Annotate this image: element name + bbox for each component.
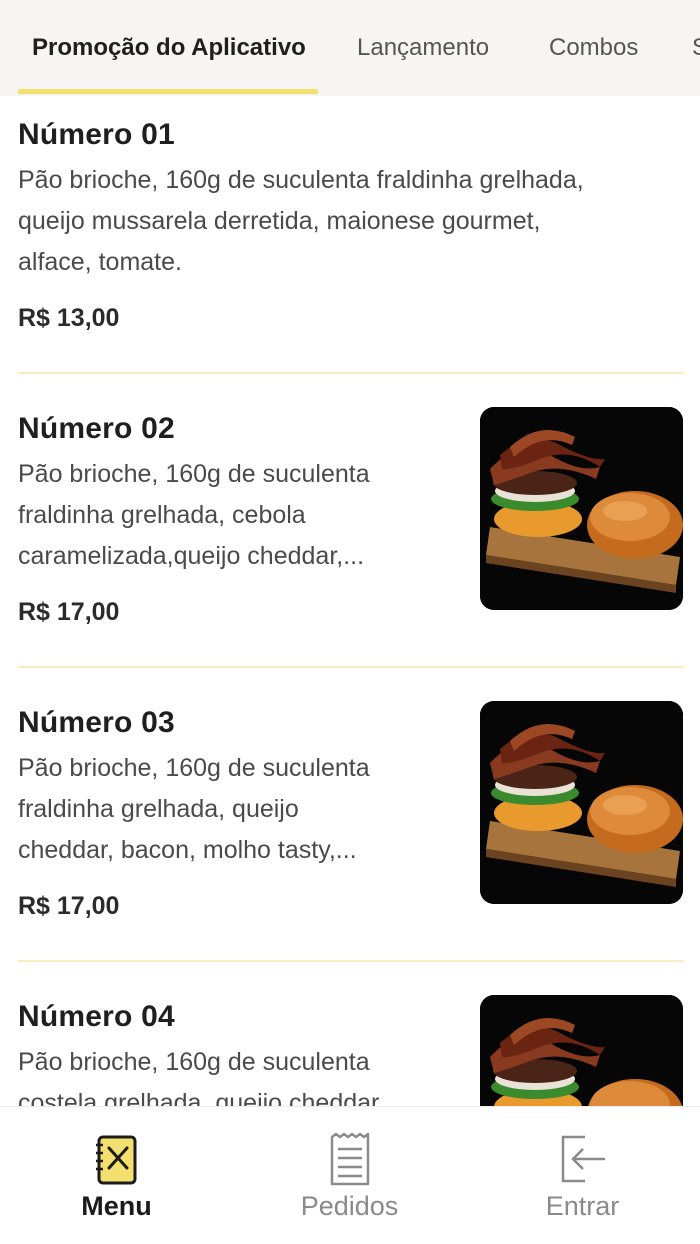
item-description-line: Pão brioche, 160g de suculenta (18, 1048, 370, 1076)
nav-pedidos[interactable]: Pedidos (233, 1107, 466, 1244)
item-image[interactable] (480, 701, 683, 904)
divider (18, 960, 684, 962)
bottom-navigation: Menu Pedidos Entrar (0, 1106, 700, 1244)
divider (18, 372, 684, 374)
item-description: Pão brioche, 160g de suculenta fraldinha… (18, 160, 698, 283)
item-price: R$ 17,00 (18, 598, 120, 626)
tab-promocao-do-aplicativo[interactable]: Promoção do Aplicativo (32, 34, 306, 62)
nav-entrar[interactable]: Entrar (466, 1107, 699, 1244)
item-title: Número 03 (18, 706, 175, 739)
item-description-line: queijo mussarela derretida, maionese gou… (18, 207, 541, 235)
active-tab-indicator (18, 89, 318, 94)
divider (18, 666, 684, 668)
item-description: Pão brioche, 160g de suculenta fraldinha… (18, 454, 468, 577)
item-description: Pão brioche, 160g de suculenta fraldinha… (18, 748, 468, 871)
item-description-line: alface, tomate. (18, 248, 182, 276)
item-description-line: caramelizada,queijo cheddar,... (18, 542, 365, 570)
category-tabs: Promoção do Aplicativo Lançamento Combos… (0, 0, 700, 96)
tab-combos[interactable]: Combos (549, 34, 638, 62)
item-image[interactable] (480, 407, 683, 610)
item-description-line: cheddar, bacon, molho tasty,... (18, 836, 357, 864)
nav-label: Menu (81, 1191, 152, 1221)
burger-photo (480, 995, 683, 1106)
item-description-line: fraldinha grelhada, cebola (18, 501, 306, 529)
item-description-line: Pão brioche, 160g de suculenta (18, 460, 370, 488)
item-description: Pão brioche, 160g de suculenta costela g… (18, 1042, 468, 1106)
tab-partial[interactable]: S (692, 34, 700, 62)
item-description-line: Pão brioche, 160g de suculenta (18, 754, 370, 782)
item-description-line: Pão brioche, 160g de suculenta fraldinha… (18, 166, 584, 194)
menu-item-list[interactable]: Número 01 Pão brioche, 160g de suculenta… (0, 96, 700, 1106)
nav-menu[interactable]: Menu (0, 1107, 233, 1244)
login-icon (561, 1135, 605, 1183)
item-price: R$ 17,00 (18, 892, 120, 920)
item-image[interactable] (480, 995, 683, 1106)
item-description-line: fraldinha grelhada, queijo (18, 795, 299, 823)
item-title: Número 04 (18, 1000, 175, 1033)
nav-label: Entrar (545, 1191, 620, 1221)
receipt-icon (330, 1132, 369, 1186)
menu-book-icon (95, 1135, 136, 1185)
item-title: Número 01 (18, 118, 175, 151)
item-price: R$ 13,00 (18, 304, 120, 332)
burger-photo (480, 701, 683, 904)
tab-lancamento[interactable]: Lançamento (357, 34, 489, 62)
item-description-line: costela grelhada, queijo cheddar (18, 1089, 380, 1106)
nav-label: Pedidos (300, 1191, 399, 1221)
burger-photo (480, 407, 683, 610)
item-title: Número 02 (18, 412, 175, 445)
